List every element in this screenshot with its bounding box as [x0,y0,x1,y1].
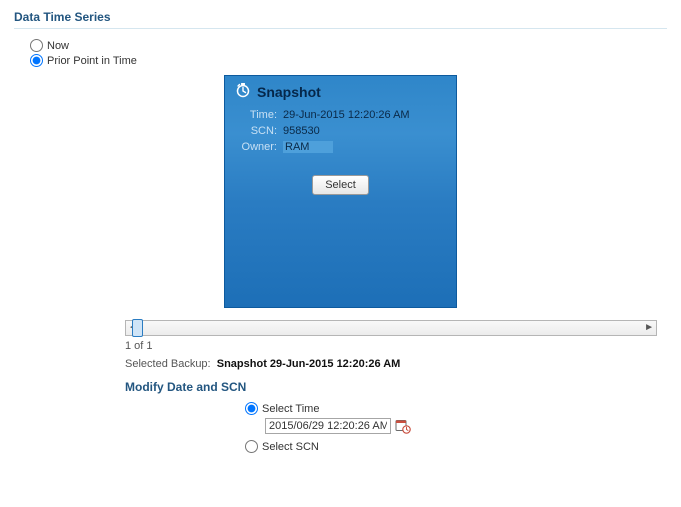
snapshot-title: Snapshot [257,84,321,100]
snapshot-owner-label: Owner: [235,141,277,153]
snapshot-icon [235,82,251,101]
radio-prior-label: Prior Point in Time [47,55,137,67]
selected-backup: Selected Backup: Snapshot 29-Jun-2015 12… [125,358,667,370]
timeline-container: ◄ ► [125,320,657,336]
section-title: Data Time Series [14,10,667,29]
radio-prior[interactable] [30,54,43,67]
snapshot-time-label: Time: [235,109,277,121]
radio-select-time[interactable] [245,402,258,415]
radio-select-scn[interactable] [245,440,258,453]
pager-text: 1 of 1 [125,340,667,352]
selected-backup-label: Selected Backup: [125,358,211,370]
select-button[interactable]: Select [312,175,369,195]
radio-select-scn-label: Select SCN [262,441,319,453]
modify-group: Select Time Select SCN [245,402,667,453]
calendar-clock-icon[interactable] [395,418,411,434]
snapshot-area: Snapshot Time: 29-Jun-2015 12:20:26 AM S… [14,75,667,308]
radio-now[interactable] [30,39,43,52]
timeline-right-arrow[interactable]: ► [644,323,654,333]
radio-select-time-label: Select Time [262,403,319,415]
timeline-scrollbar[interactable]: ◄ ► [125,320,657,336]
snapshot-card: Snapshot Time: 29-Jun-2015 12:20:26 AM S… [224,75,457,308]
selected-backup-value: Snapshot 29-Jun-2015 12:20:26 AM [217,358,401,370]
snapshot-scn-label: SCN: [235,125,277,137]
radio-now-label: Now [47,40,69,52]
point-in-time-radio-group: Now Prior Point in Time [30,39,667,67]
datetime-input[interactable] [265,418,391,434]
modify-title: Modify Date and SCN [125,380,667,394]
snapshot-scn-value: 958530 [283,125,320,137]
snapshot-owner-value: RAM [283,141,333,153]
timeline-handle[interactable] [132,319,143,337]
snapshot-time-value: 29-Jun-2015 12:20:26 AM [283,109,410,121]
